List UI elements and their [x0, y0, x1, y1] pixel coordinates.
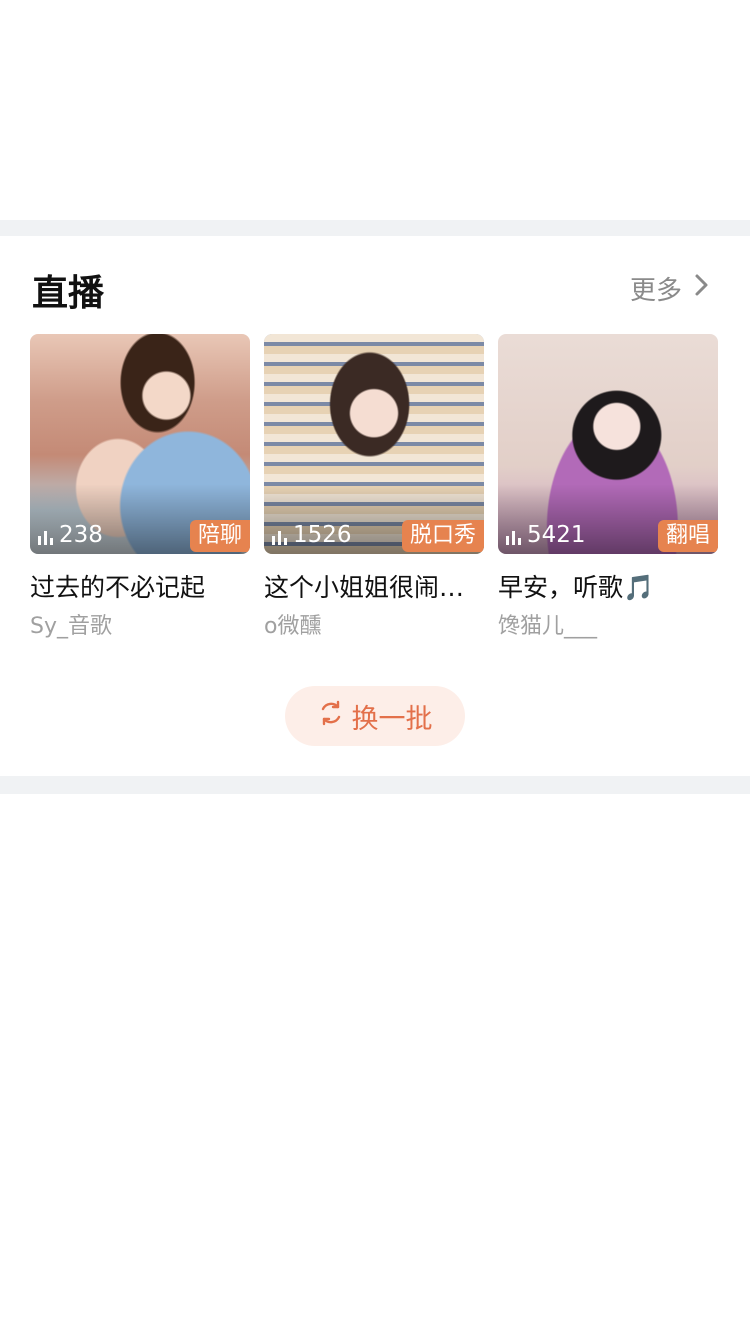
viewer-count-badge: 238 — [38, 522, 103, 548]
live-author[interactable]: 馋猫儿___ — [498, 612, 718, 642]
viewer-count: 1526 — [293, 522, 352, 548]
refresh-button[interactable]: 换一批 — [285, 686, 465, 746]
live-thumbnail[interactable]: 238 陪聊 — [30, 334, 250, 554]
section-divider — [0, 776, 750, 794]
chevron-right-icon — [694, 273, 710, 304]
live-card[interactable]: 1526 脱口秀 这个小姐姐很闹… o微醺 — [264, 334, 484, 642]
section-divider — [0, 220, 750, 236]
more-label: 更多 — [629, 276, 682, 306]
category-tag: 陪聊 — [189, 520, 250, 552]
section-title: 直播 — [32, 273, 105, 314]
category-tag: 脱口秀 — [401, 520, 484, 552]
signal-bars-icon — [506, 530, 521, 548]
viewer-count-badge: 1526 — [272, 522, 352, 548]
bottom-blank-area — [0, 794, 750, 1334]
more-link[interactable]: 更多 — [630, 270, 710, 307]
viewer-count: 238 — [59, 522, 103, 548]
live-author[interactable]: Sy_音歌 — [30, 612, 250, 642]
live-author[interactable]: o微醺 — [264, 612, 484, 642]
signal-bars-icon — [38, 530, 53, 548]
live-section: 直播 更多 238 陪聊 过去的不必记起 Sy_音歌 1526 脱口秀 这个小姐… — [0, 236, 750, 776]
section-header: 直播 更多 — [0, 236, 750, 336]
refresh-label: 换一批 — [351, 703, 433, 735]
live-title[interactable]: 这个小姐姐很闹… — [264, 568, 484, 608]
viewer-count-badge: 5421 — [506, 522, 586, 548]
live-card[interactable]: 238 陪聊 过去的不必记起 Sy_音歌 — [30, 334, 250, 642]
live-card[interactable]: 5421 翻唱 早安，听歌🎵 馋猫儿___ — [498, 334, 718, 642]
viewer-count: 5421 — [527, 522, 586, 548]
live-thumbnail[interactable]: 5421 翻唱 — [498, 334, 718, 554]
signal-bars-icon — [272, 530, 287, 548]
live-card-list: 238 陪聊 过去的不必记起 Sy_音歌 1526 脱口秀 这个小姐姐很闹… o… — [30, 334, 720, 664]
live-title[interactable]: 过去的不必记起 — [30, 568, 250, 608]
top-blank-area — [0, 0, 750, 220]
refresh-icon — [318, 700, 344, 733]
live-thumbnail[interactable]: 1526 脱口秀 — [264, 334, 484, 554]
live-title[interactable]: 早安，听歌🎵 — [498, 568, 718, 608]
category-tag: 翻唱 — [657, 520, 718, 552]
